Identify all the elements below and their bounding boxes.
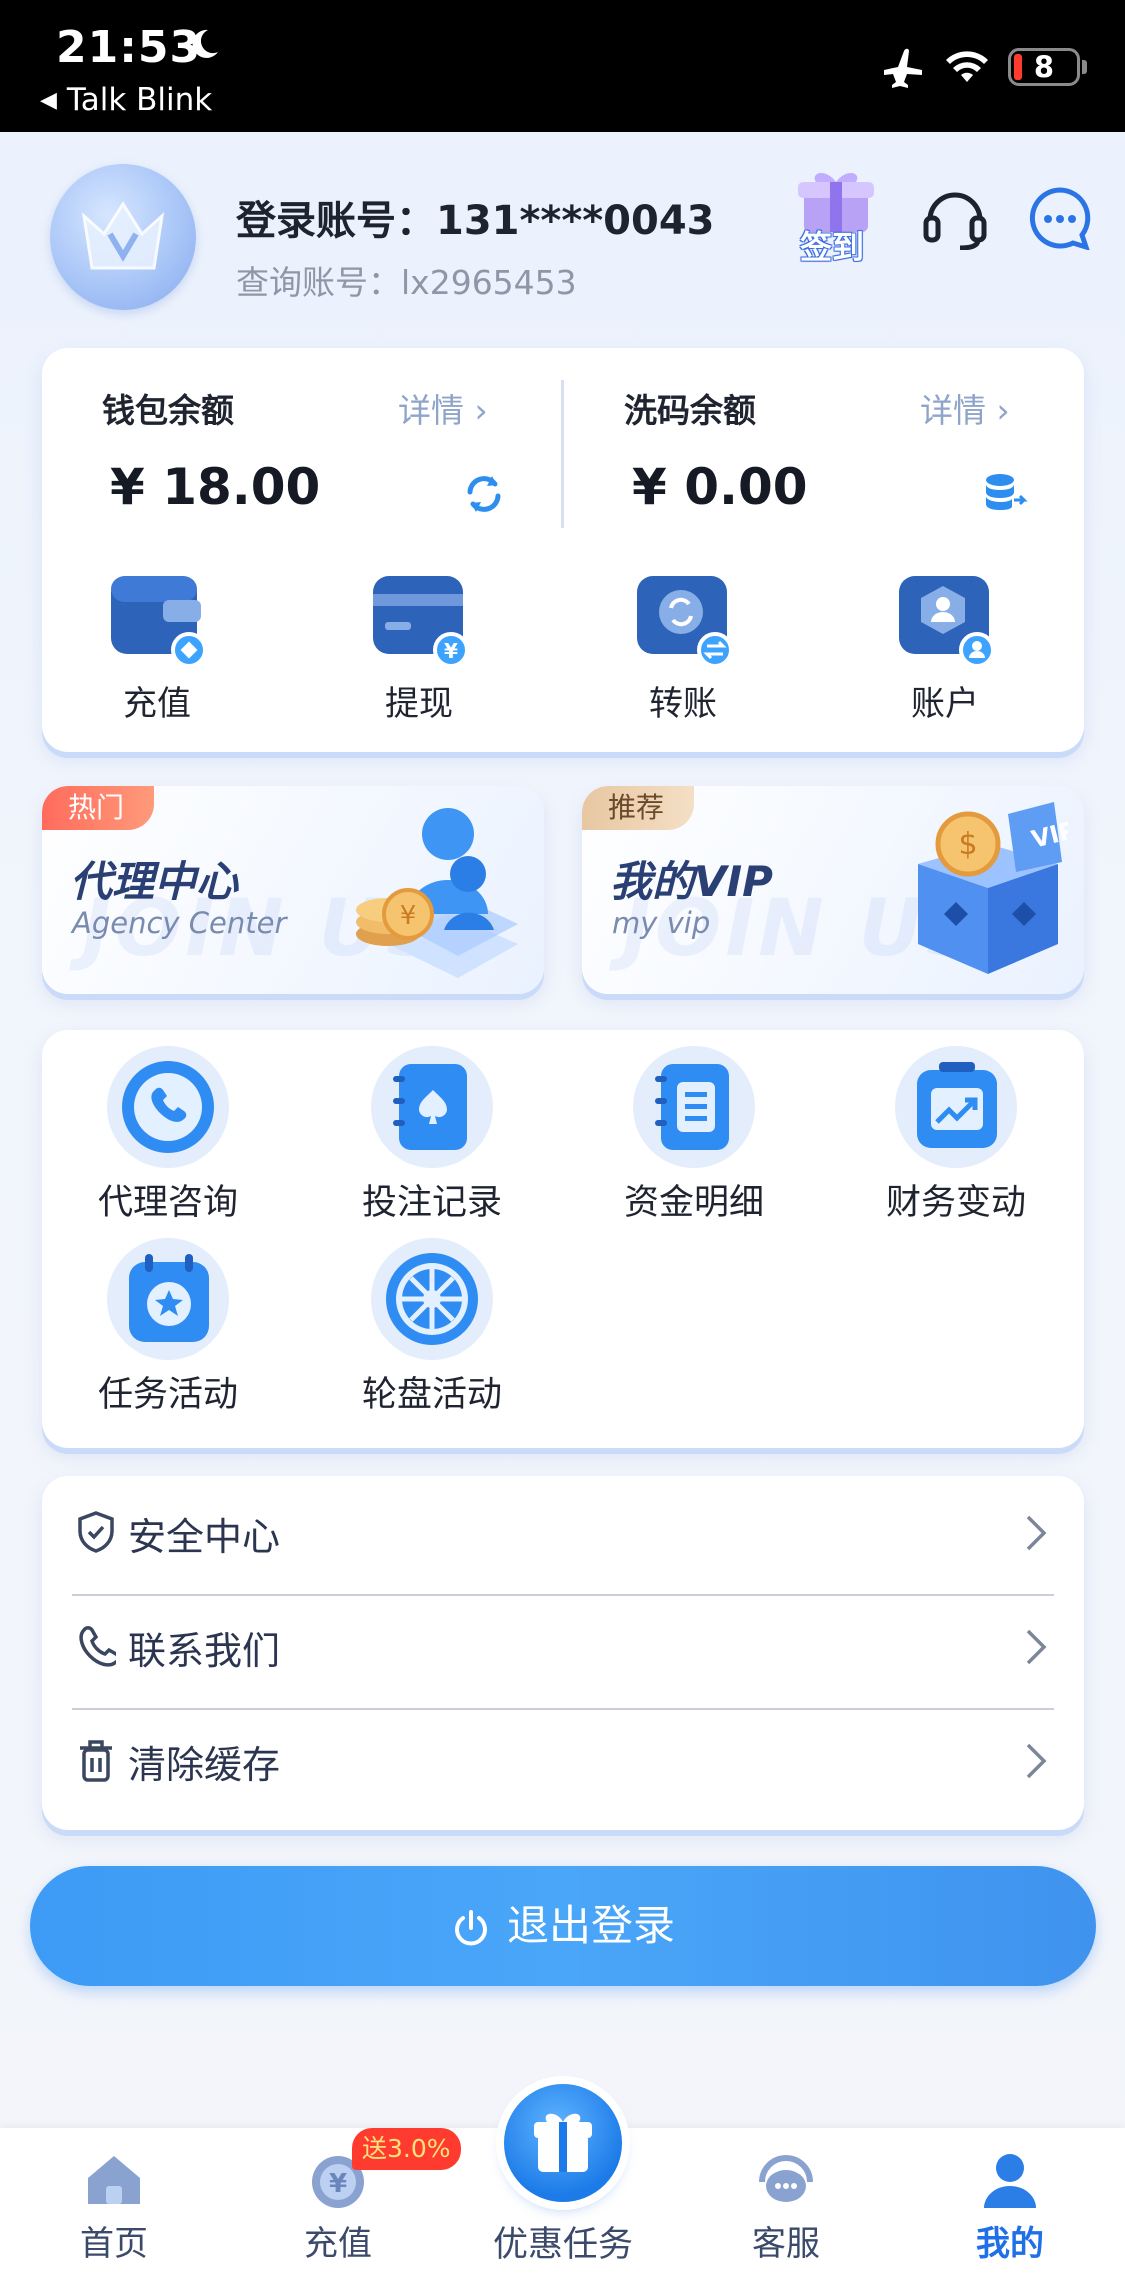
wash-balance-amount: ¥ 0.00 (632, 458, 808, 516)
recharge-bonus-badge: 送3.0% (352, 2128, 461, 2170)
tab-promo-tasks-label: 优惠任务 (492, 2225, 633, 2265)
task-activity-item[interactable]: 任务活动 (68, 1238, 268, 1417)
transfer-icon (633, 568, 733, 668)
airplane-icon (884, 48, 922, 88)
account-action[interactable]: 账户 (870, 568, 1020, 725)
contact-us-row[interactable]: 联系我们 (72, 1590, 1054, 1702)
recharge-action[interactable]: 充值 (82, 568, 232, 725)
wallet-balance-title: 钱包余额 (102, 391, 234, 430)
recommend-tag: 推荐 (582, 786, 695, 830)
wheel-icon (371, 1238, 493, 1360)
message-icon[interactable] (1028, 186, 1092, 250)
trash-icon (80, 1740, 112, 1782)
back-to-app-link[interactable]: ◀ Talk Blink (40, 82, 212, 118)
settings-list-card: 安全中心 联系我们 清除缓存 (42, 1476, 1084, 1830)
transfer-action[interactable]: 转账 (608, 568, 758, 725)
svg-text:$: $ (958, 827, 977, 862)
back-triangle-icon: ◀ (40, 88, 57, 113)
wallet-divider (561, 380, 564, 528)
phone-outline-icon (79, 1626, 116, 1667)
logout-label: 退出登录 (506, 1901, 675, 1950)
security-center-row[interactable]: 安全中心 (72, 1476, 1054, 1588)
bet-record-item[interactable]: 投注记录 (332, 1046, 532, 1225)
wallet-balance-amount: ¥ 18.00 (110, 458, 321, 516)
card-icon: ¥ (369, 568, 469, 668)
vip-box-illustration-icon: VIP $ (918, 802, 1068, 974)
svg-text:¥: ¥ (329, 2169, 347, 2199)
wifi-icon (946, 51, 988, 82)
user-icon (978, 2148, 1042, 2212)
refresh-icon[interactable] (462, 472, 506, 516)
phone-icon (107, 1046, 229, 1168)
agency-subtitle: Agency Center (72, 906, 287, 940)
wash-balance-title: 洗码余额 (624, 391, 756, 430)
shield-icon (78, 1511, 114, 1553)
agency-center-card[interactable]: JOIN US 热门 代理中心 Agency Center ¥ (42, 786, 544, 994)
status-bar: 21:53 ◀ Talk Blink 8 (0, 0, 1125, 132)
svg-text:¥: ¥ (444, 639, 458, 663)
sign-in-label: 签到 (800, 228, 865, 266)
notebook-icon (371, 1046, 493, 1168)
avatar[interactable] (50, 164, 196, 310)
vip-title: 我的VIP (610, 857, 773, 906)
wallet-detail-link[interactable]: 详情 › (398, 384, 488, 432)
agency-illustration-icon: ¥ (356, 808, 518, 978)
sign-in-button[interactable]: 签到 (786, 166, 886, 270)
agent-consult-item[interactable]: 代理咨询 (68, 1046, 268, 1225)
wheel-activity-item[interactable]: 轮盘活动 (332, 1238, 532, 1417)
login-account: 登录账号：131****0043 (236, 198, 715, 244)
query-account: 查询账号：lx2965453 (236, 263, 577, 302)
svg-text:¥: ¥ (400, 901, 417, 931)
headset-icon[interactable] (920, 184, 990, 250)
logout-button[interactable]: 退出登录 (30, 1866, 1096, 1986)
gift-icon (534, 2113, 592, 2172)
tab-support[interactable]: 客服 (706, 2148, 866, 2265)
tab-promo-tasks[interactable] (504, 2084, 622, 2202)
tab-home[interactable]: 首页 (34, 2148, 194, 2265)
wallet-icon (107, 568, 207, 668)
status-time: 21:53 (56, 22, 202, 73)
chevron-right-icon (1026, 1629, 1047, 1665)
hot-tag: 热门 (42, 786, 155, 830)
withdraw-action[interactable]: ¥ 提现 (344, 568, 494, 725)
clear-cache-row[interactable]: 清除缓存 (72, 1704, 1054, 1816)
power-icon (455, 1910, 487, 1946)
chevron-right-icon (1026, 1743, 1047, 1779)
feature-grid-card: 代理咨询 投注记录 资金明细 财务变动 任务活动 轮盘活动 (42, 1030, 1084, 1448)
account-icon (895, 568, 995, 668)
moon-icon (192, 29, 218, 58)
database-icon[interactable] (982, 470, 1028, 516)
crown-icon (81, 201, 165, 270)
vip-subtitle: my vip (612, 906, 711, 940)
my-vip-card[interactable]: JOIN US 推荐 我的VIP my vip VIP $ (582, 786, 1084, 994)
home-icon (82, 2148, 146, 2212)
ledger-icon (633, 1046, 755, 1168)
fund-details-item[interactable]: 资金明细 (594, 1046, 794, 1225)
calendar-star-icon (107, 1238, 229, 1360)
chevron-right-icon (1026, 1515, 1047, 1551)
wash-detail-link[interactable]: 详情 › (920, 384, 1010, 432)
battery-icon: 8 (1008, 48, 1080, 86)
battery-tip (1082, 60, 1087, 74)
wallet-card: 钱包余额 详情 › ¥ 18.00 洗码余额 详情 › ¥ 0.00 充值 ¥ … (42, 348, 1084, 752)
chart-icon (895, 1046, 1017, 1168)
tab-mine[interactable]: 我的 (930, 2148, 1090, 2265)
finance-change-item[interactable]: 财务变动 (856, 1046, 1056, 1225)
agency-title: 代理中心 (70, 857, 239, 906)
support-icon (754, 2148, 818, 2212)
